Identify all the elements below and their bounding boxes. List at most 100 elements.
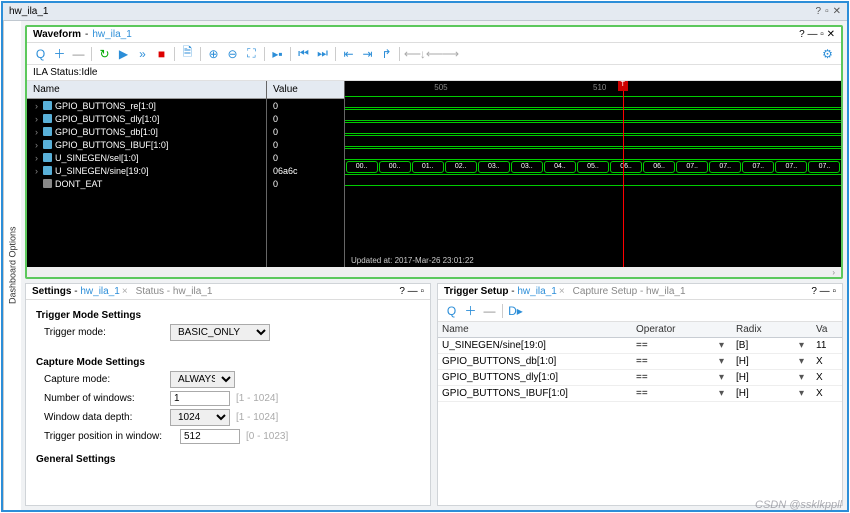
trigger-mode-heading: Trigger Mode Settings	[36, 310, 420, 321]
signal-value: 06a6c	[267, 164, 344, 177]
nav1-icon[interactable]: ⟵	[405, 46, 420, 61]
stop-icon[interactable]: ■	[154, 46, 169, 61]
panel-close-icon[interactable]: ✕	[827, 29, 835, 40]
trig-remove-icon[interactable]: —	[482, 303, 497, 318]
panel-max-icon[interactable]: ▫	[820, 29, 824, 40]
gear-icon[interactable]: ⚙	[820, 46, 835, 61]
settings-tab-link[interactable]: hw_ila_1	[80, 286, 119, 297]
last-icon[interactable]: ⏭	[315, 46, 330, 61]
signal-row[interactable]: DONT_EAT	[27, 177, 266, 190]
help-icon[interactable]: ?	[816, 6, 822, 17]
nav3-icon[interactable]: ⟶	[443, 46, 458, 61]
settings-panel: Settings - hw_ila_1× Status - hw_ila_1 ?…	[25, 283, 431, 506]
refresh-icon[interactable]: ↻	[97, 46, 112, 61]
content: Waveform - hw_ila_1 ? — ▫ ✕ Q ＋ —	[21, 21, 847, 510]
capture-tab[interactable]: Capture Setup - hw_ila_1	[573, 286, 686, 297]
waveform-panel: Waveform - hw_ila_1 ? — ▫ ✕ Q ＋ —	[25, 25, 843, 279]
signal-row[interactable]: ›U_SINEGEN/sel[1:0]	[27, 151, 266, 164]
bottom-panels: Settings - hw_ila_1× Status - hw_ila_1 ?…	[25, 283, 843, 506]
main-window: hw_ila_1 ? ▫ ✕ Dashboard Options Wavefor…	[1, 1, 849, 512]
fastforward-icon[interactable]: »	[135, 46, 150, 61]
add-icon[interactable]: ＋	[52, 46, 67, 61]
signal-row[interactable]: ›GPIO_BUTTONS_db[1:0]	[27, 125, 266, 138]
trigger-row[interactable]: GPIO_BUTTONS_db[1:0]==▾[H]▾X	[438, 354, 842, 370]
trig-col-name[interactable]: Name	[438, 322, 632, 338]
doc-icon[interactable]: 🗎	[180, 46, 195, 61]
signal-row[interactable]: ›U_SINEGEN/sine[19:0]	[27, 164, 266, 177]
waveform-footer: Updated at: 2017-Mar-26 23:01:22	[351, 256, 474, 265]
trigger-mode-label: Trigger mode:	[44, 327, 164, 338]
remove-icon[interactable]: —	[71, 46, 86, 61]
signal-row[interactable]: ›GPIO_BUTTONS_re[1:0]	[27, 99, 266, 112]
trigger-tab-close-icon[interactable]: ×	[559, 286, 565, 297]
close-icon[interactable]: ✕	[833, 6, 841, 17]
nav2-icon[interactable]: ↓⟵	[424, 46, 439, 61]
trig-col-radix[interactable]: Radix	[732, 322, 812, 338]
next-edge-icon[interactable]: ⇥	[360, 46, 375, 61]
window-title: hw_ila_1	[9, 6, 48, 17]
depth-select[interactable]: 1024	[170, 409, 230, 426]
ila-status: ILA Status:Idle	[27, 65, 841, 81]
capture-mode-select[interactable]: ALWAYS	[170, 371, 235, 388]
title-bar[interactable]: hw_ila_1 ? ▫ ✕	[3, 3, 847, 21]
watermark: CSDN @ssklkppll	[755, 499, 842, 511]
settings-min-icon[interactable]: —	[408, 286, 418, 297]
trigger-mode-select[interactable]: BASIC_ONLY	[170, 324, 270, 341]
value-header[interactable]: Value	[267, 81, 344, 99]
trigger-marker[interactable]: T	[618, 81, 628, 91]
settings-help-icon[interactable]: ?	[399, 286, 405, 297]
first-icon[interactable]: ⏮	[296, 46, 311, 61]
trigger-row[interactable]: GPIO_BUTTONS_IBUF[1:0]==▾[H]▾X	[438, 386, 842, 402]
signal-value: 0	[267, 151, 344, 164]
trigger-max-icon[interactable]: ▫	[832, 286, 836, 297]
depth-label: Window data depth:	[44, 412, 164, 423]
signal-value: 0	[267, 112, 344, 125]
panel-help-icon[interactable]: ?	[799, 29, 805, 40]
signal-value: 0	[267, 177, 344, 190]
trigger-help-icon[interactable]: ?	[811, 286, 817, 297]
zoomout-icon[interactable]: ⊖	[225, 46, 240, 61]
dashboard-options-tab[interactable]: Dashboard Options	[3, 21, 21, 510]
trigger-min-icon[interactable]: —	[820, 286, 830, 297]
capture-mode-label: Capture mode:	[44, 374, 164, 385]
status-tab[interactable]: Status - hw_ila_1	[136, 286, 213, 297]
signal-value: 0	[267, 99, 344, 112]
trig-pos-input[interactable]	[180, 429, 240, 444]
trigger-row[interactable]: GPIO_BUTTONS_dly[1:0]==▾[H]▾X	[438, 370, 842, 386]
trig-search-icon[interactable]: Q	[444, 303, 459, 318]
trigger-tab-link[interactable]: hw_ila_1	[517, 286, 556, 297]
search-icon[interactable]: Q	[33, 46, 48, 61]
settings-max-icon[interactable]: ▫	[420, 286, 424, 297]
name-header[interactable]: Name	[27, 81, 266, 99]
waveform-header: Waveform - hw_ila_1 ? — ▫ ✕	[27, 27, 841, 43]
waveform-canvas[interactable]: 505510 T 00..00..01..02..03..03..04..05.…	[345, 81, 841, 267]
capture-mode-heading: Capture Mode Settings	[36, 357, 420, 368]
waveform-scrollbar[interactable]: ›	[27, 267, 841, 277]
marker-icon[interactable]: ▸▪	[270, 46, 285, 61]
zoomin-icon[interactable]: ⊕	[206, 46, 221, 61]
trig-col-operator[interactable]: Operator	[632, 322, 732, 338]
trigger-tab[interactable]: Trigger Setup	[444, 286, 508, 297]
signal-row[interactable]: ›GPIO_BUTTONS_dly[1:0]	[27, 112, 266, 125]
settings-tab[interactable]: Settings	[32, 286, 71, 297]
trig-gate-icon[interactable]: D▸	[508, 303, 523, 318]
restore-icon[interactable]: ▫	[825, 6, 829, 17]
run-icon[interactable]: ▶	[116, 46, 131, 61]
general-heading: General Settings	[36, 454, 420, 465]
main-area: Dashboard Options Waveform - hw_ila_1 ? …	[3, 21, 847, 510]
fit-icon[interactable]: ⛶	[244, 46, 259, 61]
waveform-subtitle[interactable]: hw_ila_1	[92, 29, 131, 40]
rising-icon[interactable]: ↱	[379, 46, 394, 61]
trigger-panel: Trigger Setup - hw_ila_1× Capture Setup …	[437, 283, 843, 506]
signal-value: 0	[267, 125, 344, 138]
trigger-row[interactable]: U_SINEGEN/sine[19:0]==▾[B]▾11	[438, 338, 842, 354]
num-windows-input[interactable]	[170, 391, 230, 406]
prev-edge-icon[interactable]: ⇤	[341, 46, 356, 61]
signal-row[interactable]: ›GPIO_BUTTONS_IBUF[1:0]	[27, 138, 266, 151]
panel-minimize-icon[interactable]: —	[808, 29, 818, 40]
trig-col-value[interactable]: Va	[812, 322, 842, 338]
settings-tab-close-icon[interactable]: ×	[122, 286, 128, 297]
trig-add-icon[interactable]: ＋	[463, 303, 478, 318]
value-column: Value 0000006a6c0	[267, 81, 345, 267]
trig-pos-label: Trigger position in window:	[44, 431, 174, 442]
